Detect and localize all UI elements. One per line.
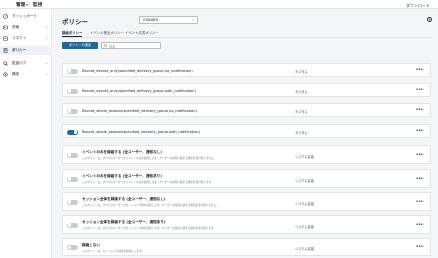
settings-icon <box>3 72 8 77</box>
policy-row[interactable]: Record_whole_session(specified_delivery_… <box>62 103 431 117</box>
sidebar-item-label: 構成 <box>12 72 20 77</box>
chevron-down-icon: ⌄ <box>191 17 194 22</box>
download-link[interactable]: ダウンロード <box>406 3 430 9</box>
policy-type: カスタム <box>295 110 308 114</box>
badge-icon <box>3 25 8 30</box>
policy-toggle[interactable] <box>67 199 78 205</box>
tab-event-response-policy[interactable]: イベント応答ポリシー <box>125 30 159 35</box>
chevron-down-icon: ⌄ <box>45 25 48 29</box>
policy-name: セッション全体を録画する (全ユーザー、通知あり) <box>82 220 166 224</box>
policy-name: Record_whole_session(specified_delivery_… <box>82 108 197 113</box>
tab-recording-policy[interactable]: 録画ポリシー <box>62 30 83 37</box>
more-options-icon[interactable]: ••• <box>416 128 424 134</box>
policy-name: イベントのみを録画する (全ユーザー、通知なし) <box>82 150 162 154</box>
help-icon[interactable]: ? <box>427 17 432 22</box>
chevron-down-icon: ⌄ <box>45 61 48 65</box>
policy-row[interactable]: Record_whole_session(specified_delivery_… <box>62 124 431 138</box>
audit-icon <box>3 61 8 66</box>
policy-description: このポリシーは、すべてのユーザーのイベントのみを録画します。ユーザーは録画に関す… <box>82 157 217 160</box>
sidebar-item-connect[interactable]: コネクト ⌄ <box>0 34 52 43</box>
site-select-value: STANDHI <box>143 18 158 23</box>
more-options-icon[interactable]: ••• <box>416 222 424 228</box>
sidebar-item-audit-log[interactable]: 監査ログ ⌄ <box>0 59 52 68</box>
policy-name: Record_events_only(specified_delivery_gr… <box>82 68 193 73</box>
policy-type: システム定義 <box>295 247 315 251</box>
more-options-icon[interactable]: ••• <box>416 199 424 205</box>
policy-toggle[interactable] <box>67 108 78 114</box>
policy-description: このポリシーは、すべてのユーザーのセッション全体を録画します。ユーザーは録画に関… <box>82 204 219 207</box>
policy-icon <box>3 48 8 53</box>
sidebar-item-settings[interactable]: 構成 ⌄ <box>0 70 52 79</box>
search-icon <box>104 44 108 48</box>
policy-row[interactable]: イベントのみを録画する (全ユーザー、通知あり) このポリシーは、すべてのユーザ… <box>62 169 431 188</box>
policy-name: 録画しない <box>82 242 100 247</box>
policy-toggle[interactable] <box>67 222 78 228</box>
sidebar-item-label: ダッシュボード <box>12 14 38 19</box>
policy-toggle[interactable] <box>67 152 78 158</box>
sidebar-item-policy[interactable]: ポリシー <box>0 46 52 55</box>
policy-name: セッション全体を録画する (全ユーザー、通知なし) <box>82 197 166 201</box>
sidebar-item-label: ポリシー <box>12 48 27 53</box>
search-placeholder: 検索 <box>109 45 116 50</box>
tab-divider <box>62 37 432 38</box>
policy-row[interactable]: イベントのみを録画する (全ユーザー、通知なし) このポリシーは、すべてのユーザ… <box>62 145 431 164</box>
search-field[interactable]: 検索 <box>101 42 161 49</box>
more-options-icon[interactable]: ••• <box>416 107 424 113</box>
sidebar-item-label: コネクト <box>12 36 27 41</box>
policy-description: このポリシーは、セッションの録画を無効にします。 <box>82 249 144 253</box>
more-options-icon[interactable]: ••• <box>416 176 424 182</box>
add-policy-button[interactable]: ポリシーの追加 <box>62 42 98 49</box>
tab-separator: | <box>29 2 31 7</box>
policy-type: カスタム <box>295 90 308 94</box>
more-options-icon[interactable]: ••• <box>416 67 424 73</box>
policy-type: システム定義 <box>295 154 315 159</box>
tab-monitor[interactable]: 監視 <box>33 2 42 8</box>
policy-name: Record_whole_session(specified_delivery_… <box>82 129 201 134</box>
sidebar: ダッシュボード 資格 ⌄ コネクト ⌄ ポリシー 監査ログ ⌄ 構成 ⌄ <box>0 9 52 258</box>
policy-description: このポリシーは、すべてのユーザーのセッション全体を録画します。ユーザーは録画に関… <box>82 227 216 230</box>
dashboard-icon <box>3 14 8 19</box>
policy-toggle[interactable] <box>67 176 78 182</box>
chevron-down-icon: ⌄ <box>45 36 48 40</box>
chevron-down-icon: ⌄ <box>45 72 48 76</box>
tab-event-detection-policy[interactable]: イベント検出ポリシー <box>90 30 124 35</box>
policy-row[interactable]: セッション全体を録画する (全ユーザー、通知なし) このポリシーは、すべてのユー… <box>62 192 431 211</box>
policy-toggle[interactable] <box>67 129 78 135</box>
policy-type: システム定義 <box>295 178 315 183</box>
policy-toggle[interactable] <box>67 245 78 250</box>
policy-type: カスタム <box>295 70 308 74</box>
policy-row[interactable]: セッション全体を録画する (全ユーザー、通知あり) このポリシーは、すべてのユー… <box>62 215 431 234</box>
more-options-icon[interactable]: ••• <box>416 244 424 250</box>
chevron-down-icon: ▾ <box>26 3 28 7</box>
connect-icon <box>3 36 8 41</box>
more-options-icon[interactable]: ••• <box>416 87 424 93</box>
policy-toggle[interactable] <box>67 68 78 74</box>
policy-toggle[interactable] <box>67 88 78 94</box>
policy-description: このポリシーは、すべてのユーザーのイベントのみを録画します。ユーザーは録画に関す… <box>82 181 214 184</box>
sidebar-item-qualification[interactable]: 資格 ⌄ <box>0 23 52 32</box>
policy-name: イベントのみを録画する (全ユーザー、通知あり) <box>82 174 162 178</box>
sidebar-item-dashboard[interactable]: ダッシュボード <box>0 12 52 21</box>
sidebar-item-label: 資格 <box>12 25 20 30</box>
more-options-icon[interactable]: ••• <box>416 152 424 158</box>
site-select[interactable]: STANDHI ⌄ <box>139 15 198 24</box>
policy-row[interactable]: 録画しない このポリシーは、セッションの録画を無効にします。 システム定義 ••… <box>62 238 431 256</box>
policy-type: システム定義 <box>295 201 315 206</box>
policy-type: カスタム <box>295 131 308 135</box>
policy-row[interactable]: Record_events_only(specified_delivery_gr… <box>62 63 431 77</box>
policy-row[interactable]: Record_events_only(specified_delivery_gr… <box>62 83 431 97</box>
policy-type: システム定義 <box>295 224 315 229</box>
top-bar: 管理▾ | 監視 ダウンロード <box>0 0 438 10</box>
sidebar-item-label: 監査ログ <box>12 61 27 66</box>
page-title: ポリシー <box>62 18 88 26</box>
main-content: ポリシー STANDHI ⌄ ? 録画ポリシー イベント検出ポリシー イベント応… <box>52 9 438 258</box>
policy-name: Record_events_only(specified_delivery_gr… <box>82 88 196 93</box>
